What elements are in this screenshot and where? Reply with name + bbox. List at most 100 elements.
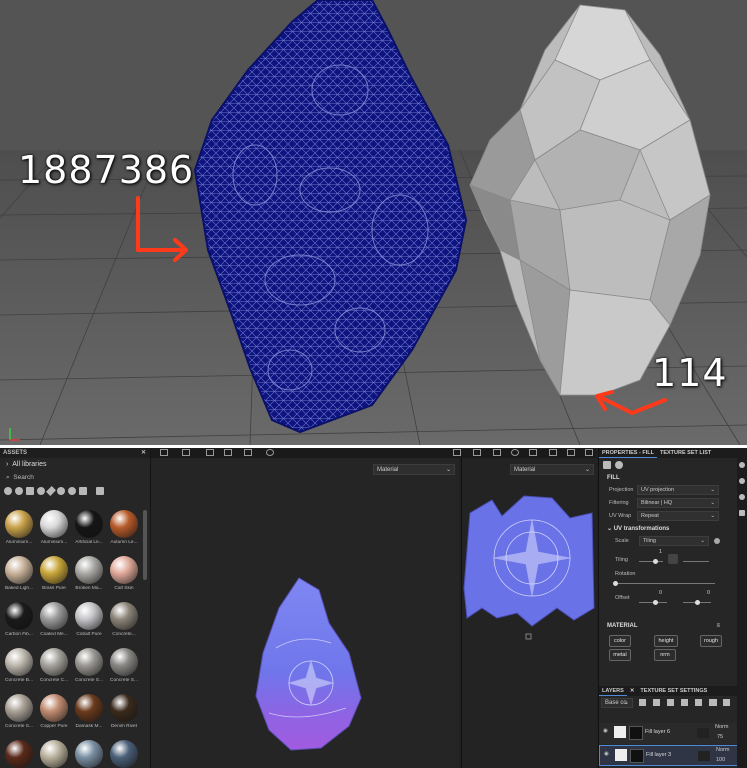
fill-icon[interactable] — [603, 461, 611, 469]
filter-material-icon[interactable] — [4, 487, 12, 495]
rotation-slider-handle[interactable] — [613, 581, 618, 586]
scale-select[interactable]: Tiling ⌄ — [639, 536, 709, 546]
layer-blend-mode[interactable]: Norm — [716, 747, 729, 753]
offset-x-handle[interactable] — [653, 600, 658, 605]
material-thumbnail[interactable]: Copper Pure — [37, 694, 71, 734]
camera-icon[interactable] — [266, 449, 274, 456]
log-icon[interactable] — [739, 510, 745, 516]
material-thumbnail[interactable]: Concrete B... — [2, 648, 36, 688]
filter-mask-icon[interactable] — [26, 487, 34, 495]
filter-texture-icon[interactable] — [68, 487, 76, 495]
folder-icon[interactable] — [709, 699, 717, 706]
add-effect-icon[interactable] — [639, 699, 646, 706]
single-view-icon[interactable] — [160, 449, 168, 456]
material-menu-icon[interactable]: ≡ — [716, 620, 720, 632]
tab-texture-set-settings[interactable]: TEXTURE SET SETTINGS — [637, 686, 710, 696]
delete-icon[interactable] — [723, 699, 730, 706]
layer-blend-mode[interactable]: Norm — [715, 724, 728, 730]
offset-y-handle[interactable] — [695, 600, 700, 605]
tab-texture-set-list[interactable]: TEXTURE SET LIST — [657, 448, 714, 458]
tiling-slider[interactable] — [639, 561, 663, 562]
material-thumbnail[interactable]: Concrete... — [107, 602, 141, 642]
channel-select[interactable]: Base co ⌄ — [601, 698, 633, 708]
material-thumbnail[interactable]: Concrete S... — [107, 648, 141, 688]
uv-wrap-select[interactable]: Repeat ⌄ — [637, 511, 719, 521]
channel-color-button[interactable]: color — [609, 635, 631, 647]
viewport-2d-uv[interactable]: Material ⌄ — [461, 458, 597, 768]
display-settings-icon[interactable] — [511, 449, 519, 456]
filter-generator-icon[interactable] — [37, 487, 45, 495]
material-thumbnail[interactable]: Fabric Bem... — [37, 740, 71, 768]
tiling-slider-handle[interactable] — [653, 559, 658, 564]
tab-properties-fill[interactable]: PROPERTIES - FILL — [599, 448, 657, 458]
render-icon[interactable] — [493, 449, 501, 456]
layer-row-fill-6[interactable]: ◉ Fill layer 6 Norm 75 — [599, 723, 738, 744]
material-thumbnail[interactable]: Fabric Den... — [107, 740, 141, 768]
filter-brush-icon[interactable] — [46, 486, 56, 496]
layer-opacity[interactable]: 75 — [717, 734, 723, 740]
viewport-3d[interactable]: Material ⌄ — [151, 458, 459, 768]
video-icon[interactable] — [529, 449, 537, 456]
material-thumbnail[interactable]: Carbon Fib... — [2, 602, 36, 642]
grid-view-icon[interactable] — [96, 487, 104, 495]
eye-icon[interactable]: ◉ — [604, 751, 609, 757]
lock-icon[interactable] — [668, 554, 678, 564]
transform-icon[interactable] — [206, 449, 214, 456]
filter-image-icon[interactable] — [79, 487, 87, 495]
tiling-slider-y[interactable] — [683, 561, 709, 562]
material-thumbnail[interactable]: Concrete C... — [37, 648, 71, 688]
assets-search-input[interactable]: ⌕ Search — [0, 472, 150, 484]
layer-opacity[interactable]: 100 — [716, 757, 725, 763]
screenshot-icon[interactable] — [453, 449, 461, 456]
material-thumbnail[interactable]: Artificial Le... — [72, 510, 106, 550]
filter-particle-icon[interactable] — [57, 487, 65, 495]
settings-icon[interactable] — [739, 462, 745, 468]
picker-icon[interactable] — [585, 449, 593, 456]
tab-layers[interactable]: LAYERS — [599, 686, 627, 696]
material-thumbnail[interactable]: Brass Pure — [37, 556, 71, 596]
channel-rough-button[interactable]: rough — [700, 635, 722, 647]
material-thumbnail[interactable]: Aluminium... — [37, 510, 71, 550]
close-icon[interactable]: ✕ — [627, 686, 638, 696]
close-icon[interactable]: ✕ — [141, 448, 146, 458]
eye-icon[interactable]: ◉ — [603, 728, 608, 734]
add-layer-icon[interactable] — [695, 699, 702, 706]
channel-height-button[interactable]: height — [654, 635, 678, 647]
add-fill-layer-icon[interactable] — [681, 699, 688, 706]
history-icon[interactable] — [739, 494, 745, 500]
add-mask-icon[interactable] — [653, 699, 660, 706]
filter-smart-material-icon[interactable] — [15, 487, 23, 495]
assets-scrollbar[interactable] — [143, 510, 147, 580]
pause-icon[interactable] — [473, 449, 481, 456]
info-icon[interactable] — [714, 538, 720, 544]
material-thumbnail[interactable]: Dirty Leath... — [2, 740, 36, 768]
channel-nrm-button[interactable]: nrm — [654, 649, 676, 661]
material-thumbnail[interactable]: Coated Me... — [37, 602, 71, 642]
material-thumbnail[interactable]: Aluminium... — [2, 510, 36, 550]
brush-icon[interactable] — [567, 449, 575, 456]
material-thumbnail[interactable]: Damask M... — [72, 694, 106, 734]
channel-metal-button[interactable]: metal — [609, 649, 631, 661]
material-icon[interactable] — [615, 461, 623, 469]
add-paint-layer-icon[interactable] — [667, 699, 674, 706]
material-thumbnail[interactable]: Cobalt Pure — [72, 602, 106, 642]
material-thumbnail[interactable]: Fabric Bas... — [72, 740, 106, 768]
add-icon[interactable] — [244, 449, 252, 456]
material-thumbnail[interactable]: Baked Ligh... — [2, 556, 36, 596]
library-selector[interactable]: › All libraries — [0, 458, 150, 472]
material-thumbnail[interactable]: Calf Skin — [107, 556, 141, 596]
shelf-icon[interactable] — [739, 478, 745, 484]
share-icon[interactable] — [549, 449, 557, 456]
rotation-slider[interactable] — [615, 583, 715, 584]
split-view-icon[interactable] — [224, 449, 232, 456]
material-thumbnail[interactable]: Broken Ma... — [72, 556, 106, 596]
projection-select[interactable]: UV projection ⌄ — [637, 485, 719, 495]
material-thumbnail[interactable]: Denim Rivet — [107, 694, 141, 734]
grid-layout-icon[interactable] — [182, 449, 190, 456]
layer-row-fill-3[interactable]: ◉ Fill layer 3 Norm 100 — [599, 745, 738, 766]
filtering-select[interactable]: Bilinear | HQ ⌄ — [637, 498, 719, 508]
material-thumbnail[interactable]: Concrete S... — [2, 694, 36, 734]
material-thumbnail[interactable]: Concrete S... — [72, 648, 106, 688]
uv-transformations-toggle[interactable]: ⌄ UV transformations — [599, 523, 738, 535]
material-thumbnail[interactable]: Autumn Le... — [107, 510, 141, 550]
